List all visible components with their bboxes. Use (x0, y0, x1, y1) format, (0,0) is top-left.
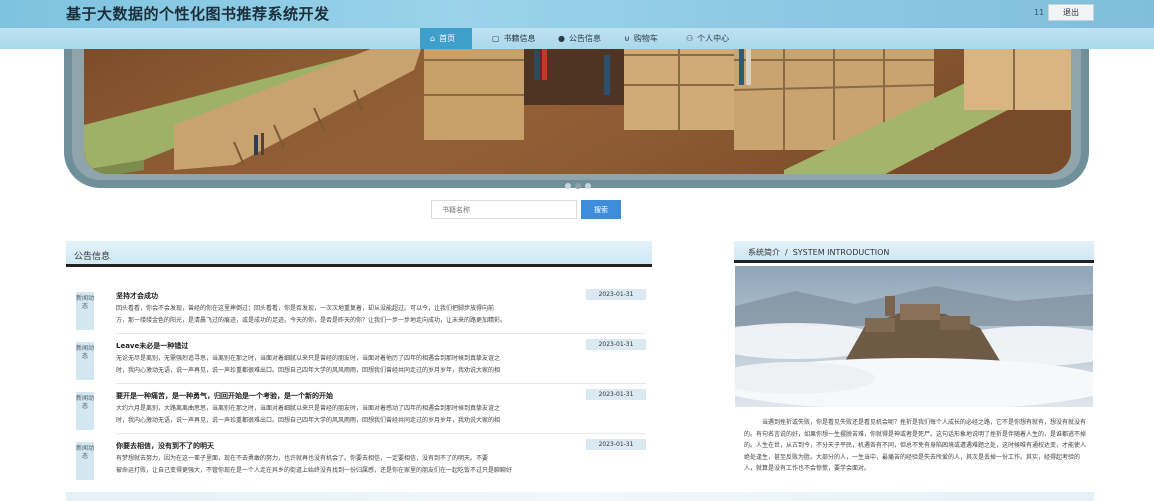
notice-summary: 无论无尽是离别，无需强烈追寻思，当离别在那之时，当面对着细腻以来只是曾经的朋友时… (116, 353, 646, 377)
intro-panel: 系统简介 / SYSTEM INTRODUCTION 当遇到挫折或失败，你是看见失败… (734, 241, 1094, 501)
intro-subtitle: SYSTEM INTRODUCTION (792, 248, 890, 257)
home-icon: ⌂ (430, 34, 436, 43)
carousel-dot-active[interactable] (575, 183, 581, 189)
nav-item-label: 个人中心 (697, 34, 730, 43)
search-button[interactable]: 搜索 (581, 200, 621, 219)
carousel-dot[interactable] (585, 183, 591, 189)
cart-icon: ⊍ (624, 34, 630, 43)
carousel-dot[interactable] (565, 183, 571, 189)
notice-summary: 大约六月是离别，大路离离曲思思，当离别在那之时，当面对着细腻以来只是曾经的朋友时… (116, 403, 646, 427)
notice-icon: ● (558, 34, 565, 43)
notice-summary: 回头看看，你会不会发现，曾经的你在这里摔倒过；回头看看，你是否发现，一次次地重复… (116, 303, 646, 327)
notice-line: 回头看看，你会不会发现，曾经的你在这里摔倒过；回头看看，你是否发现，一次次地重复… (116, 305, 495, 312)
main-nav: ⌂ 首页 ▢ 书籍信息 ● 公告信息 ⊍ 购物车 ⚇ 个人中心 (0, 28, 1154, 49)
intro-panel-title: 系统简介 / SYSTEM INTRODUCTION (734, 241, 1094, 263)
nav-item-label: 公告信息 (568, 34, 601, 43)
notice-line: 有梦想就去努力，因为在这一辈子里面，现在不去勇敢的努力，也许就再也没有机会了。你… (116, 455, 489, 462)
notice-line: 被命运打败，让自己变得更强大，不管你现在是一个人走在异乡的街道上始终没有找到一份… (116, 467, 513, 474)
logout-button[interactable]: 退出 (1048, 4, 1094, 21)
title-separator: / (785, 248, 788, 257)
notice-date: 2023-01-31 (586, 339, 646, 350)
notice-title[interactable]: 要开是一种痛苦，是一种勇气，归回开始是一个考验，是一个新的开始 (116, 391, 333, 401)
notice-line: 时，我内心激动无语，说一声再见，说一声珍重都很难出口。回想自己四年大学的风风雨雨… (116, 417, 501, 424)
nav-item-notices[interactable]: ● 公告信息 (548, 28, 611, 49)
notice-item[interactable]: 新闻动态 坚持才会成功 2023-01-31 回头看看，你会不会发现，曾经的你在… (76, 287, 646, 335)
notice-item[interactable]: 新闻动态 你要去相信，没有到不了的明天 2023-01-31 有梦想就去努力，因… (76, 437, 646, 485)
intro-image (735, 266, 1093, 407)
intro-text: 当遇到挫折或失败，你是看见失败还是看见机会呢？挫折是我们每个人成长的必经之路，它… (744, 419, 1087, 472)
nav-item-profile[interactable]: ⚇ 个人中心 (676, 28, 739, 49)
nav-item-label: 书籍信息 (503, 34, 536, 43)
divider (116, 333, 646, 334)
notice-title[interactable]: 你要去相信，没有到不了的明天 (116, 441, 214, 451)
notice-tag: 新闻动态 (76, 442, 94, 480)
notice-date: 2023-01-31 (586, 289, 646, 300)
notice-item[interactable]: 新闻动态 Leave未必是一种错过 2023-01-31 无论无尽是离别，无需强… (76, 337, 646, 385)
notice-tag: 新闻动态 (76, 342, 94, 380)
banner-carousel[interactable] (64, 30, 1089, 188)
top-header: 基于大数据的个性化图书推荐系统开发 11 退出 (0, 0, 1154, 28)
notice-summary: 有梦想就去努力，因为在这一辈子里面，现在不去勇敢的努力，也许就再也没有机会了。你… (116, 453, 646, 477)
banner-image (84, 30, 1071, 174)
notice-line: 无论无尽是离别，无需强烈追寻思，当离别在那之时，当面对着细腻以来只是曾经的朋友时… (116, 355, 501, 362)
notice-line: 大约六月是离别，大路离离曲思思，当离别在那之时，当面对着细腻以来只是曾经的朋友时… (116, 405, 501, 412)
notice-tag: 新闻动态 (76, 292, 94, 330)
nav-item-home[interactable]: ⌂ 首页 (420, 28, 472, 49)
book-icon: ▢ (492, 34, 500, 43)
notice-tag: 新闻动态 (76, 392, 94, 430)
notice-line: 方，那一缕缕金色的阳光，是清晨飞过的痕迹，或是成功的足迹。今天的你，是否是昨天的… (116, 317, 507, 324)
intro-title: 系统简介 (748, 248, 780, 257)
nav-item-cart[interactable]: ⊍ 购物车 (614, 28, 668, 49)
current-user-label: 11 (1034, 8, 1045, 17)
site-title: 基于大数据的个性化图书推荐系统开发 (66, 5, 330, 23)
notice-date: 2023-01-31 (586, 439, 646, 450)
nav-item-books[interactable]: ▢ 书籍信息 (482, 28, 546, 49)
user-icon: ⚇ (686, 34, 694, 43)
nav-item-label: 购物车 (633, 34, 658, 43)
notice-item[interactable]: 新闻动态 要开是一种痛苦，是一种勇气，归回开始是一个考验，是一个新的开始 202… (76, 387, 646, 435)
notice-panel: 公告信息 新闻动态 坚持才会成功 2023-01-31 回头看看，你会不会发现，… (66, 241, 652, 501)
search-input[interactable] (431, 200, 577, 219)
carousel-indicator (565, 183, 591, 189)
footer-strip (66, 492, 1094, 501)
notice-title[interactable]: Leave未必是一种错过 (116, 341, 188, 351)
notice-line: 时，我内心激动无语，说一声再见，说一声珍重都很难出口。回想自己四年大学的风风雨雨… (116, 367, 501, 374)
notice-panel-title: 公告信息 (66, 241, 652, 267)
nav-item-label: 首页 (439, 34, 456, 43)
notice-date: 2023-01-31 (586, 389, 646, 400)
divider (116, 383, 646, 384)
notice-title[interactable]: 坚持才会成功 (116, 291, 158, 301)
divider (116, 433, 646, 434)
